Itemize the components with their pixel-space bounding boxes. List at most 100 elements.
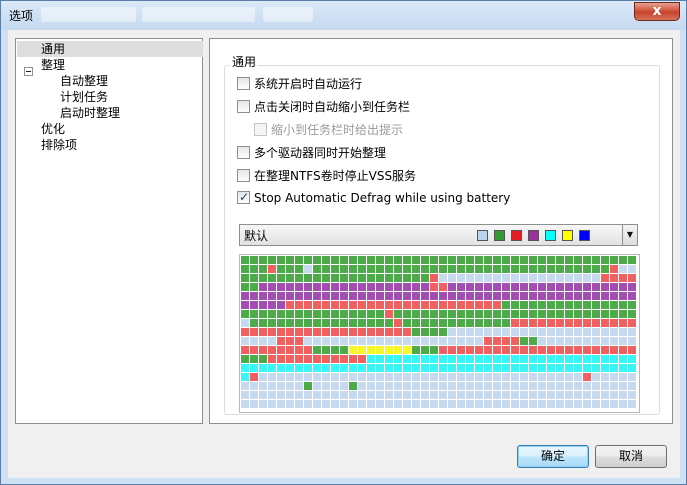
cluster-block: [520, 328, 528, 336]
swatch-yellow: [562, 230, 573, 241]
cluster-block: [268, 337, 276, 345]
option-stop-on-battery[interactable]: Stop Automatic Defrag while using batter…: [237, 189, 510, 206]
cluster-block: [538, 391, 546, 399]
background-tab-2: [142, 7, 255, 22]
cluster-block: [556, 364, 564, 372]
option-minimize-to-tray[interactable]: 点击关闭时自动缩小到任务栏: [237, 99, 410, 115]
cluster-block: [349, 364, 357, 372]
cluster-block: [538, 337, 546, 345]
cluster-block: [421, 337, 429, 345]
cluster-block: [628, 274, 636, 282]
cluster-block: [565, 382, 573, 390]
cluster-block: [448, 256, 456, 264]
cluster-block: [556, 346, 564, 354]
tree-item-optimize[interactable]: 优化: [41, 121, 65, 137]
checkbox[interactable]: [237, 146, 250, 159]
cluster-block: [268, 319, 276, 327]
tree-item-schedule[interactable]: 计划任务: [60, 89, 108, 105]
cluster-block: [457, 400, 465, 408]
cluster-block: [403, 292, 411, 300]
option-multi-drive[interactable]: 多个驱动器同时开始整理: [237, 145, 386, 161]
cluster-block: [277, 400, 285, 408]
tree-item-boot-defrag[interactable]: 启动时整理: [60, 105, 120, 121]
cluster-block: [286, 391, 294, 399]
general-settings-panel: 通用 系统开启时自动运行 点击关闭时自动缩小到任务栏 缩小到任务栏时给出提示 多…: [209, 38, 673, 424]
cluster-block: [502, 391, 510, 399]
cluster-block: [511, 274, 519, 282]
cluster-block: [466, 355, 474, 363]
checkbox-checked[interactable]: [237, 189, 250, 205]
cluster-block: [475, 319, 483, 327]
group-title: 通用: [230, 53, 259, 70]
cluster-block: [403, 337, 411, 345]
cluster-block: [619, 328, 627, 336]
cluster-block: [403, 319, 411, 327]
checkbox[interactable]: [237, 77, 250, 90]
cluster-block: [367, 319, 375, 327]
cluster-block: [601, 256, 609, 264]
cluster-block: [268, 346, 276, 354]
cluster-block: [367, 283, 375, 291]
cluster-block: [628, 265, 636, 273]
tree-item-auto-defrag[interactable]: 自动整理: [60, 73, 108, 89]
cluster-block: [592, 265, 600, 273]
cluster-block: [358, 319, 366, 327]
tree-item-defrag[interactable]: 整理: [41, 57, 65, 73]
cluster-block: [565, 355, 573, 363]
dropdown-arrow-icon[interactable]: ▼: [622, 225, 637, 245]
cluster-block: [412, 346, 420, 354]
cluster-block: [457, 355, 465, 363]
cluster-block: [592, 364, 600, 372]
cluster-block: [277, 346, 285, 354]
tree-item-label: 通用: [41, 42, 66, 56]
cluster-block: [376, 319, 384, 327]
cluster-block: [439, 391, 447, 399]
cluster-block: [277, 265, 285, 273]
cluster-block: [529, 364, 537, 372]
checkbox[interactable]: [237, 100, 250, 113]
cluster-block: [466, 292, 474, 300]
cluster-block: [385, 265, 393, 273]
cluster-block: [376, 355, 384, 363]
cluster-block: [286, 256, 294, 264]
cluster-block: [358, 310, 366, 318]
cluster-block: [493, 328, 501, 336]
cluster-block: [349, 382, 357, 390]
tree-item-general[interactable]: 通用: [17, 41, 203, 57]
cluster-block: [304, 256, 312, 264]
cluster-block: [547, 301, 555, 309]
cancel-button[interactable]: 取消: [595, 445, 667, 468]
cluster-block: [484, 337, 492, 345]
cluster-block: [565, 328, 573, 336]
collapse-icon[interactable]: [24, 67, 33, 76]
cluster-block: [304, 319, 312, 327]
cluster-block: [286, 355, 294, 363]
cluster-block: [619, 274, 627, 282]
cluster-block: [331, 328, 339, 336]
cluster-block: [268, 301, 276, 309]
cluster-block: [340, 346, 348, 354]
cluster-block: [304, 301, 312, 309]
cluster-block: [286, 373, 294, 381]
cluster-block: [475, 364, 483, 372]
cluster-block: [349, 283, 357, 291]
cluster-block: [610, 355, 618, 363]
tree-item-exclusions[interactable]: 排除项: [41, 137, 77, 153]
cluster-block: [610, 265, 618, 273]
option-autostart[interactable]: 系统开启时自动运行: [237, 76, 362, 92]
title-bar[interactable]: 选项 x: [1, 1, 686, 30]
cluster-block: [574, 310, 582, 318]
cluster-block: [574, 364, 582, 372]
cluster-block: [412, 373, 420, 381]
cluster-block: [358, 373, 366, 381]
cluster-block: [583, 382, 591, 390]
checkbox[interactable]: [237, 169, 250, 182]
ok-button[interactable]: 确定: [517, 445, 589, 468]
cluster-block: [475, 274, 483, 282]
option-stop-vss[interactable]: 在整理NTFS卷时停止VSS服务: [237, 168, 416, 184]
close-button[interactable]: x: [634, 2, 680, 21]
color-scheme-select[interactable]: 默认 ▼: [239, 224, 638, 246]
cluster-block: [268, 265, 276, 273]
cluster-block: [259, 274, 267, 282]
cluster-block: [331, 265, 339, 273]
